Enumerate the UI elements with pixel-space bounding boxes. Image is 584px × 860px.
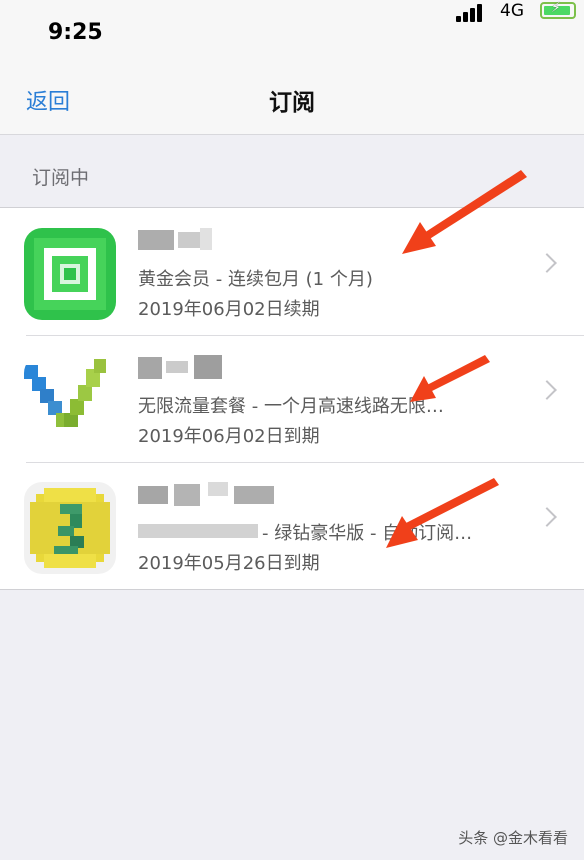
- signal-strength-icon: [456, 2, 486, 22]
- app-name-obscured: [138, 355, 288, 381]
- subscription-row-1[interactable]: 黄金会员 - 连续包月 (1 个月) 2019年06月02日续期: [0, 208, 584, 335]
- status-time: 9:25: [48, 20, 103, 45]
- network-type: 4G: [500, 1, 524, 21]
- subscription-row-2[interactable]: 无限流量套餐 - 一个月高速线路无限… 2019年06月02日到期: [0, 335, 584, 462]
- app-icon-1: [24, 228, 116, 320]
- chevron-right-icon: [537, 253, 557, 273]
- status-bar: 9:25 4G ⚡: [0, 0, 584, 66]
- subscription-plan: 无限流量套餐 - 一个月高速线路无限…: [138, 396, 444, 417]
- watermark: 头条 @金木看看: [458, 829, 568, 847]
- subscription-row-3[interactable]: - 绿钻豪华版 - 自动订阅… 2019年05月26日到期: [0, 462, 584, 589]
- subscription-list: 黄金会员 - 连续包月 (1 个月) 2019年06月02日续期 无限流量套餐 …: [0, 207, 584, 590]
- subscription-plan: - 绿钻豪华版 - 自动订阅…: [262, 523, 473, 544]
- battery-charging-icon: ⚡: [540, 0, 576, 19]
- chevron-right-icon: [537, 380, 557, 400]
- subscription-plan: 黄金会员 - 连续包月 (1 个月): [138, 269, 373, 290]
- subscription-date: 2019年06月02日到期: [138, 426, 320, 447]
- app-name-obscured: [138, 482, 288, 508]
- subscription-date: 2019年05月26日到期: [138, 553, 320, 574]
- app-icon-2: [24, 355, 116, 447]
- page-title: 订阅: [269, 90, 315, 116]
- subscription-date: 2019年06月02日续期: [138, 299, 320, 320]
- section-header-active: 订阅中: [32, 167, 90, 189]
- app-icon-3: [24, 482, 116, 574]
- navigation-bar: 返回 订阅: [0, 66, 584, 135]
- chevron-right-icon: [537, 507, 557, 527]
- app-name-obscured: [138, 228, 288, 254]
